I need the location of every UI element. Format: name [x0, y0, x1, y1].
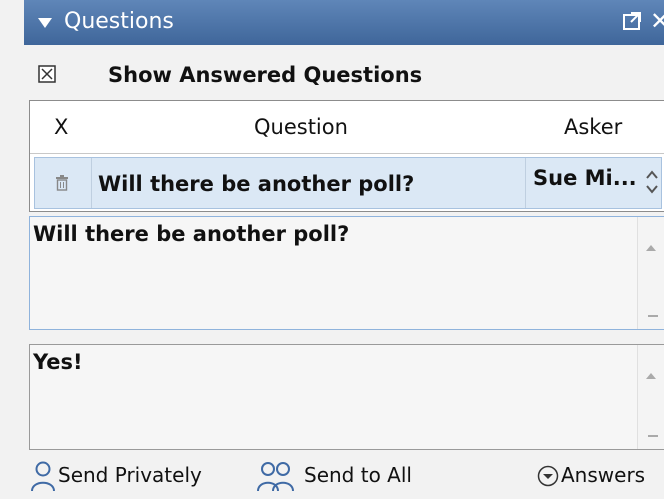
scroll-up-icon[interactable]	[646, 245, 656, 251]
answer-text: Yes!	[33, 350, 83, 374]
question-cell: Will there be another poll?	[98, 172, 415, 196]
question-text-area[interactable]: Will there be another poll?	[29, 216, 664, 330]
popout-icon[interactable]	[622, 11, 642, 31]
column-divider	[525, 158, 526, 208]
show-answered-checkbox[interactable]	[38, 65, 56, 83]
collapse-triangle-icon[interactable]	[38, 18, 52, 28]
show-answered-label[interactable]: Show Answered Questions	[108, 60, 422, 90]
questions-table: X Question Asker Will there be another p…	[29, 100, 664, 212]
people-icon	[257, 462, 294, 492]
question-text: Will there be another poll?	[33, 222, 350, 246]
send-to-all-button[interactable]: Send to All	[256, 456, 446, 496]
table-header: X Question Asker	[30, 101, 664, 154]
close-icon[interactable]: ✕	[650, 9, 664, 33]
column-header-asker[interactable]: Asker	[564, 113, 622, 141]
row-scroll-icon[interactable]	[643, 162, 661, 204]
answer-scrollbar[interactable]	[637, 345, 664, 449]
answers-dropdown-button[interactable]: Answers	[537, 456, 664, 496]
answers-label: Answers	[561, 463, 646, 487]
dropdown-circle-icon	[537, 465, 559, 487]
asker-cell: Sue Mi...	[533, 166, 637, 190]
footer-bar: Send Privately Send to All Answers	[0, 456, 664, 499]
answer-input[interactable]: Yes!	[29, 344, 664, 450]
send-privately-button[interactable]: Send Privately	[30, 456, 230, 496]
column-header-x[interactable]: X	[54, 113, 68, 141]
scroll-down-icon[interactable]	[648, 315, 658, 317]
panel-title: Questions	[64, 9, 174, 34]
question-scrollbar[interactable]	[637, 217, 664, 329]
table-row[interactable]: Will there be another poll? Sue Mi...	[34, 157, 662, 209]
column-header-question[interactable]: Question	[254, 113, 348, 141]
scroll-up-icon[interactable]	[646, 373, 656, 379]
send-privately-label: Send Privately	[58, 463, 202, 487]
scroll-down-icon[interactable]	[648, 435, 658, 437]
trash-icon[interactable]	[55, 175, 69, 191]
person-icon	[31, 461, 55, 492]
send-to-all-label: Send to All	[304, 463, 412, 487]
questions-panel-header[interactable]: Questions ✕	[24, 0, 664, 45]
